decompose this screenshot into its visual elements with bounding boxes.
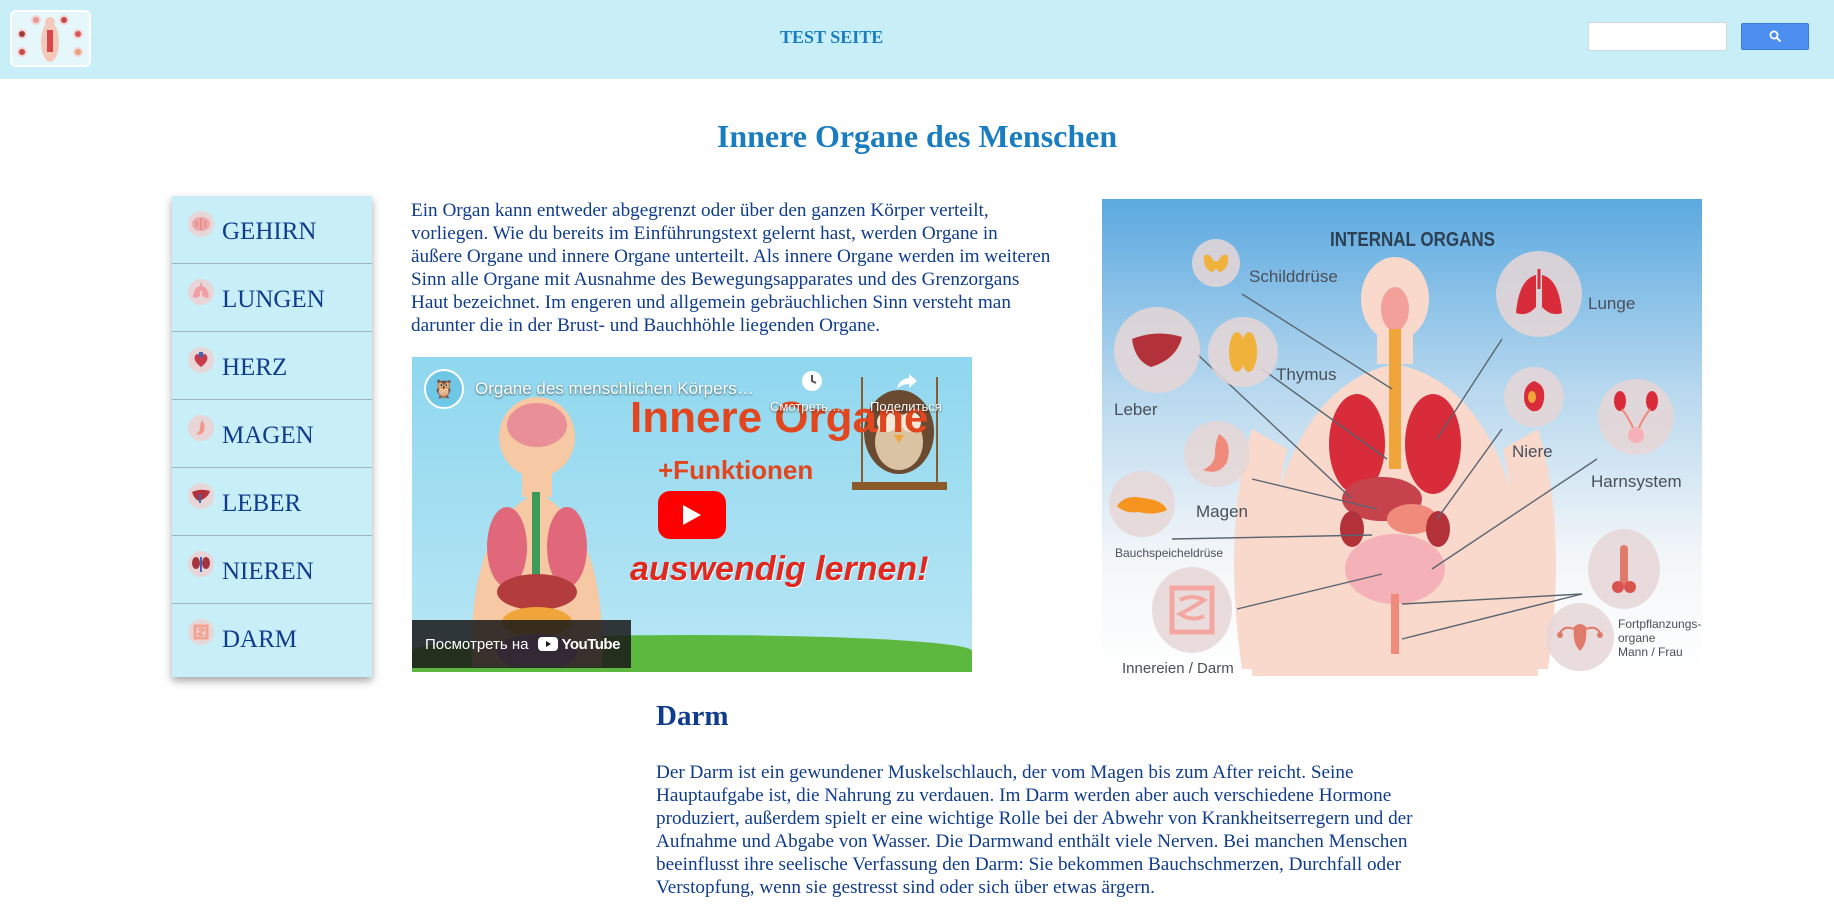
heart-icon <box>188 347 214 373</box>
page-title: Innere Organe des Menschen <box>716 118 1118 154</box>
watch-on-youtube-button[interactable]: Посмотреть на YouTube <box>412 620 631 668</box>
sidebar-item-gehirn[interactable]: GEHIRN <box>172 196 372 264</box>
video-embed[interactable]: Innere Organe +Funktionen auswendig lern… <box>412 357 972 672</box>
liver-icon <box>188 483 214 509</box>
label-fortpflanzung-1: Fortpflanzungs- <box>1618 617 1702 631</box>
urinary-system-icon <box>1598 379 1674 455</box>
label-lunge: Lunge <box>1588 294 1636 313</box>
label-niere: Niere <box>1512 442 1553 461</box>
section-paragraph: Der Darm ist ein gewundener Muskelschlau… <box>656 762 1413 898</box>
intestine-icon <box>188 619 214 645</box>
clock-icon[interactable] <box>800 369 824 393</box>
intro-paragraph: Ein Organ kann entweder abgegrenzt oder … <box>411 200 1051 336</box>
search-input[interactable] <box>1588 22 1727 51</box>
play-button[interactable] <box>658 491 726 539</box>
video-tagline: auswendig lernen! <box>630 550 929 588</box>
watch-on-label: Посмотреть на <box>425 635 529 653</box>
label-magen: Magen <box>1196 502 1248 521</box>
sidebar-item-label: MAGEN <box>222 422 314 449</box>
sidebar-item-herz[interactable]: HERZ <box>172 332 372 400</box>
intestine-icon <box>1152 567 1232 653</box>
youtube-wordmark: YouTube <box>561 635 620 653</box>
sidebar-item-lungen[interactable]: LUNGEN <box>172 264 372 332</box>
sidebar-item-label: DARM <box>222 626 298 653</box>
sidebar-item-darm[interactable]: DARM <box>172 604 372 672</box>
label-fortpflanzung-2: organe <box>1618 631 1656 645</box>
label-bauchspeicheldruese: Bauchspeicheldrüse <box>1115 546 1224 560</box>
search-button[interactable] <box>1741 23 1809 50</box>
kidney-icon <box>1504 367 1564 427</box>
organs-logo-icon <box>12 12 89 65</box>
stomach-icon <box>1184 421 1250 487</box>
section-title: Darm <box>656 700 729 732</box>
sidebar-item-label: LUNGEN <box>222 286 325 313</box>
liver-icon <box>1114 307 1200 393</box>
sidebar-item-leber[interactable]: LEBER <box>172 468 372 536</box>
channel-avatar[interactable]: 🦉 <box>424 369 464 409</box>
youtube-icon <box>538 637 559 651</box>
watch-later-label[interactable]: Смотреть… <box>770 399 841 414</box>
female-reproductive-icon <box>1546 603 1614 671</box>
youtube-logo: YouTube <box>538 635 620 653</box>
label-leber: Leber <box>1114 400 1158 419</box>
brain-icon <box>188 211 214 237</box>
lungs-icon <box>1496 251 1582 337</box>
stomach-icon <box>188 415 214 441</box>
internal-organs-image: INTERNAL ORGANS Schilddrüse Lunge Leber … <box>1102 199 1702 676</box>
sidebar-item-label: NIEREN <box>222 558 314 585</box>
label-thymus: Thymus <box>1276 365 1337 384</box>
sidebar-item-nieren[interactable]: NIEREN <box>172 536 372 604</box>
share-label[interactable]: Поделиться <box>870 399 942 414</box>
play-icon <box>683 505 701 525</box>
search-icon <box>1769 30 1781 43</box>
label-harnsystem: Harnsystem <box>1591 472 1682 491</box>
pancreas-icon <box>1109 471 1175 537</box>
share-icon[interactable] <box>895 369 919 393</box>
male-reproductive-icon <box>1588 529 1660 609</box>
label-schilddruese: Schilddrüse <box>1249 267 1338 286</box>
site-logo[interactable] <box>10 10 91 67</box>
sidebar-item-label: HERZ <box>222 354 288 381</box>
organs-heading: INTERNAL ORGANS <box>1330 229 1495 251</box>
site-header: TEST SEITE <box>0 0 1834 79</box>
label-fortpflanzung-3: Mann / Frau <box>1618 645 1683 659</box>
label-innereien: Innereien / Darm <box>1122 660 1234 676</box>
sidebar-item-label: GEHIRN <box>222 218 317 245</box>
video-title[interactable]: Organe des menschlichen Körpers… <box>475 379 754 399</box>
thyroid-icon <box>1192 239 1240 287</box>
video-subheadline: +Funktionen <box>658 455 814 485</box>
lungs-icon <box>188 279 214 305</box>
sidebar-item-magen[interactable]: MAGEN <box>172 400 372 468</box>
thymus-icon <box>1208 317 1278 387</box>
sidebar-item-label: LEBER <box>222 490 302 517</box>
site-title[interactable]: TEST SEITE <box>780 27 883 48</box>
kidneys-icon <box>188 551 214 577</box>
sidebar-nav: GEHIRN LUNGEN HERZ MAGEN LEBER NIEREN DA… <box>172 196 372 677</box>
